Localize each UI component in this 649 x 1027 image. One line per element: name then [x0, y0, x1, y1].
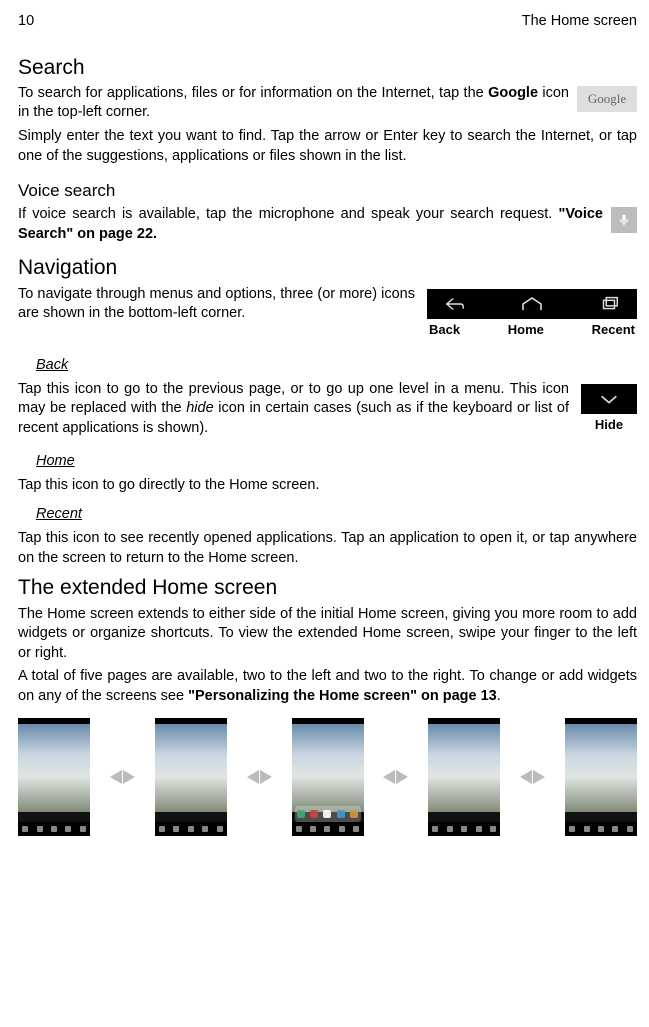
home-page-thumbnail-2 [155, 718, 227, 836]
hide-icon [581, 384, 637, 414]
google-bold: Google [488, 85, 538, 101]
nav-bar-labels: Back Home Recent [427, 321, 637, 339]
microphone-icon [611, 207, 637, 233]
page-number: 10 [18, 12, 34, 32]
text: . [497, 688, 501, 704]
navigation-heading: Navigation [18, 254, 637, 282]
home-page-thumbnail-5 [565, 718, 637, 836]
extended-paragraph-2: A total of five pages are available, two… [18, 667, 637, 706]
android-nav-bar [427, 289, 637, 319]
swipe-arrows-icon [110, 770, 135, 784]
search-paragraph-1: To search for applications, files or for… [18, 84, 637, 123]
home-screen-pages-figure [18, 718, 637, 836]
back-paragraph: Tap this icon to go to the previous page… [18, 380, 637, 439]
swipe-arrows-icon [383, 770, 408, 784]
home-page-thumbnail-4 [428, 718, 500, 836]
home-label: Home [508, 321, 544, 339]
header-title: The Home screen [522, 12, 637, 32]
home-paragraph: Tap this icon to go directly to the Home… [18, 476, 637, 496]
back-label: Back [429, 321, 460, 339]
search-heading: Search [18, 54, 637, 82]
home-subheading: Home [36, 452, 637, 472]
recent-icon [597, 293, 621, 315]
hide-italic: hide [186, 400, 213, 416]
home-icon [520, 293, 544, 315]
text: To search for applications, files or for… [18, 85, 488, 101]
voice-search-paragraph: If voice search is available, tap the mi… [18, 205, 637, 244]
recent-label: Recent [592, 321, 635, 339]
recent-paragraph: Tap this icon to see recently opened app… [18, 529, 637, 568]
hide-label: Hide [581, 416, 637, 434]
extended-home-heading: The extended Home screen [18, 574, 637, 602]
personalizing-ref: "Personalizing the Home screen" on page … [188, 688, 497, 704]
navigation-bar-figure: Back Home Recent [427, 289, 637, 339]
swipe-arrows-icon [520, 770, 545, 784]
recent-subheading: Recent [36, 505, 637, 525]
extended-paragraph-1: The Home screen extends to either side o… [18, 605, 637, 664]
hide-icon-figure: Hide [581, 384, 637, 434]
page-header: 10 The Home screen [18, 12, 637, 32]
back-icon [443, 293, 467, 315]
google-icon: Google [577, 86, 637, 112]
back-subheading: Back [36, 356, 637, 376]
text: If voice search is available, tap the mi… [18, 206, 559, 222]
swipe-arrows-icon [247, 770, 272, 784]
voice-search-heading: Voice search [18, 180, 637, 203]
home-page-thumbnail-center [292, 718, 364, 836]
home-page-thumbnail-1 [18, 718, 90, 836]
search-paragraph-2: Simply enter the text you want to find. … [18, 127, 637, 166]
